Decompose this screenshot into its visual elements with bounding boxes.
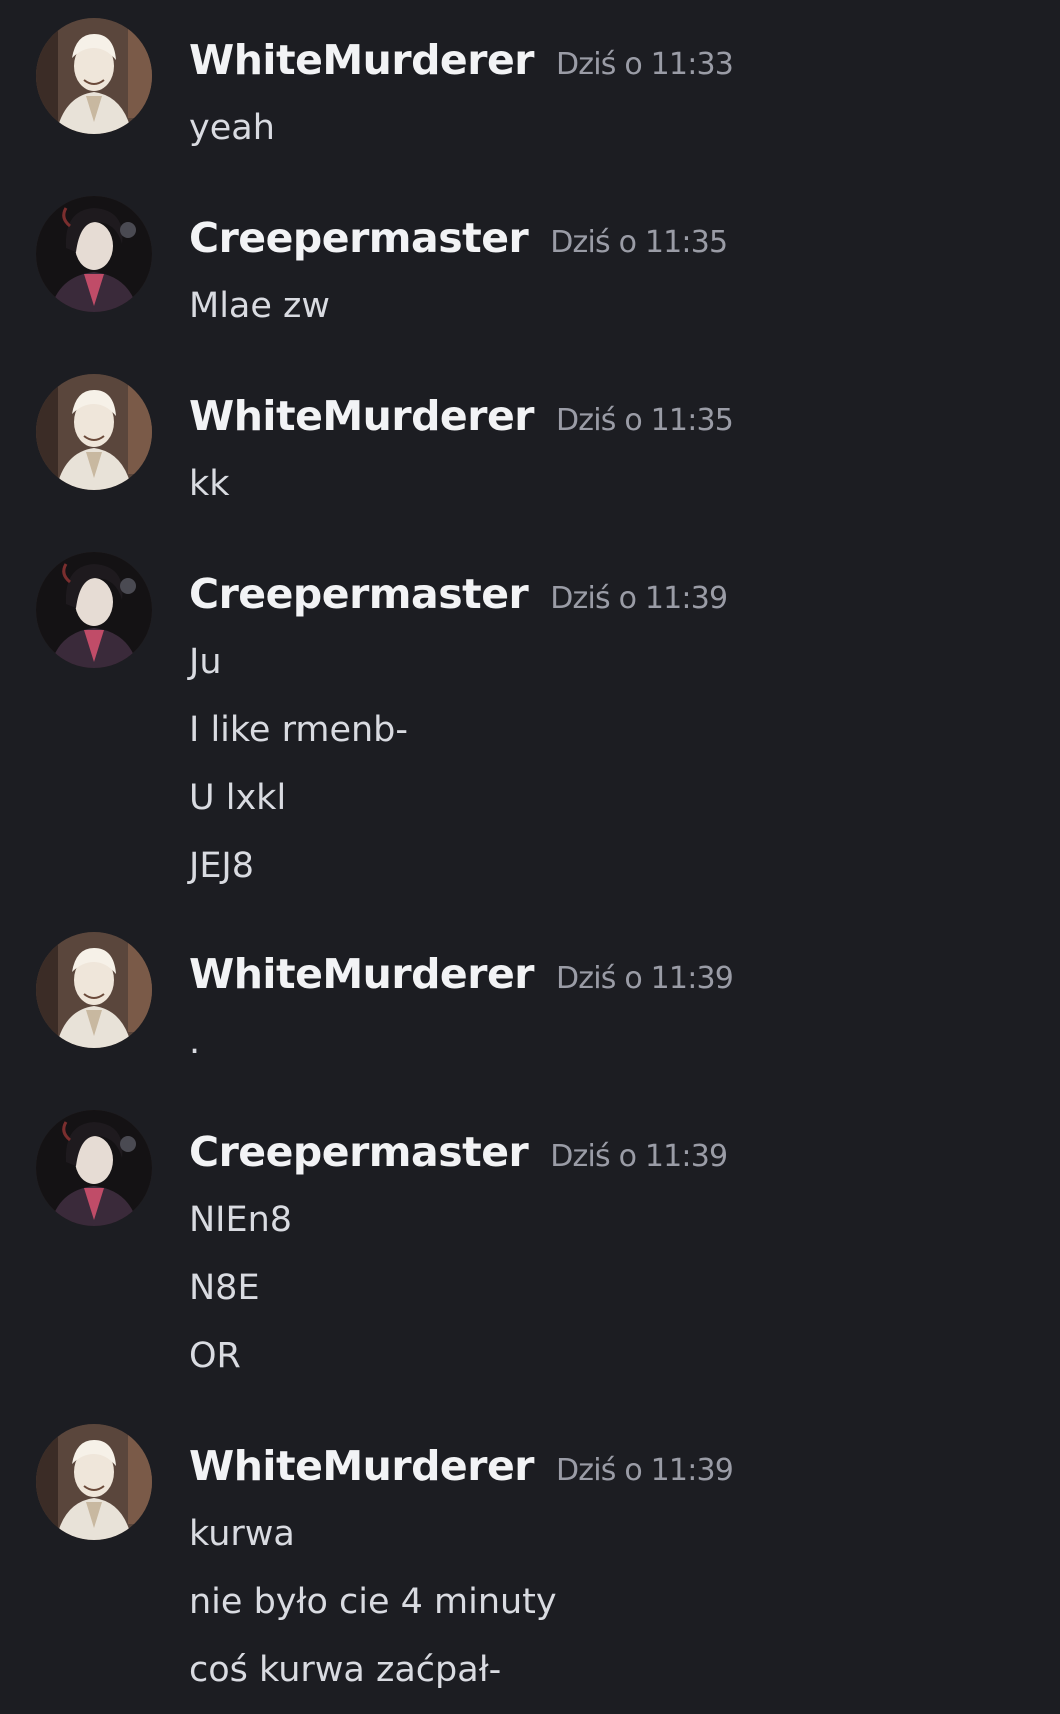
message-content: Ju I like rmenb- U lxkl JEJ8	[189, 638, 408, 910]
message-header: WhiteMurderer Dziś o 11:35	[189, 392, 734, 440]
creepermaster-avatar-icon	[36, 196, 152, 312]
avatar[interactable]	[36, 374, 152, 490]
message-text: NIEn8	[189, 1200, 293, 1240]
creepermaster-avatar-icon	[36, 552, 152, 668]
avatar[interactable]	[36, 18, 152, 134]
message-text: Ju	[189, 642, 222, 682]
message-text: U lxkl	[189, 778, 287, 818]
message-content: Mlae zw	[189, 282, 330, 350]
message-header: WhiteMurderer Dziś o 11:39	[189, 950, 734, 998]
message-text: JEJ8	[189, 846, 255, 886]
avatar[interactable]	[36, 1424, 152, 1540]
message-text: Mlae zw	[189, 286, 331, 326]
timestamp: Dziś o 11:35	[550, 225, 728, 260]
message-content: NIEn8 N8E OR	[189, 1196, 292, 1400]
message-header: Creepermaster Dziś o 11:39	[189, 1128, 728, 1176]
white-murderer-avatar-icon	[36, 932, 152, 1048]
username[interactable]: Creepermaster	[189, 570, 529, 618]
username[interactable]: WhiteMurderer	[189, 1442, 534, 1490]
avatar[interactable]	[36, 196, 152, 312]
timestamp: Dziś o 11:33	[555, 47, 734, 82]
message-text: yeah	[189, 108, 275, 148]
message-header: Creepermaster Dziś o 11:35	[189, 214, 728, 262]
timestamp: Dziś o 11:39	[555, 961, 734, 996]
message-text: coś kurwa zaćpał-	[189, 1650, 502, 1690]
message-text: nie było cie 4 minuty	[189, 1582, 557, 1622]
username[interactable]: WhiteMurderer	[189, 950, 534, 998]
message-text: I like rmenb-	[189, 710, 409, 750]
white-murderer-avatar-icon	[36, 18, 152, 134]
message-header: Creepermaster Dziś o 11:39	[189, 570, 728, 618]
white-murderer-avatar-icon	[36, 374, 152, 490]
username[interactable]: Creepermaster	[189, 1128, 529, 1176]
message-content: kurwa nie było cie 4 minuty coś kurwa za…	[189, 1510, 557, 1714]
message-content: kk	[189, 460, 230, 528]
avatar[interactable]	[36, 552, 152, 668]
message-text: .	[189, 1022, 201, 1062]
message-text: N8E	[189, 1268, 260, 1308]
timestamp: Dziś o 11:39	[550, 1139, 728, 1174]
message-content: yeah	[189, 104, 275, 172]
timestamp: Dziś o 11:39	[555, 1453, 734, 1488]
timestamp: Dziś o 11:39	[550, 581, 728, 616]
message-header: WhiteMurderer Dziś o 11:39	[189, 1442, 734, 1490]
username[interactable]: WhiteMurderer	[189, 392, 534, 440]
username[interactable]: WhiteMurderer	[189, 36, 534, 84]
message-text: OR	[189, 1336, 241, 1376]
avatar[interactable]	[36, 1110, 152, 1226]
message-text: kk	[189, 464, 230, 504]
message-list: WhiteMurderer Dziś o 11:33 yeah Creeperma…	[0, 0, 1060, 1700]
avatar[interactable]	[36, 932, 152, 1048]
white-murderer-avatar-icon	[36, 1424, 152, 1540]
message-content: .	[189, 1018, 200, 1086]
username[interactable]: Creepermaster	[189, 214, 529, 262]
creepermaster-avatar-icon	[36, 1110, 152, 1226]
message-header: WhiteMurderer Dziś o 11:33	[189, 36, 734, 84]
message-text: kurwa	[189, 1514, 295, 1554]
timestamp: Dziś o 11:35	[555, 403, 734, 438]
